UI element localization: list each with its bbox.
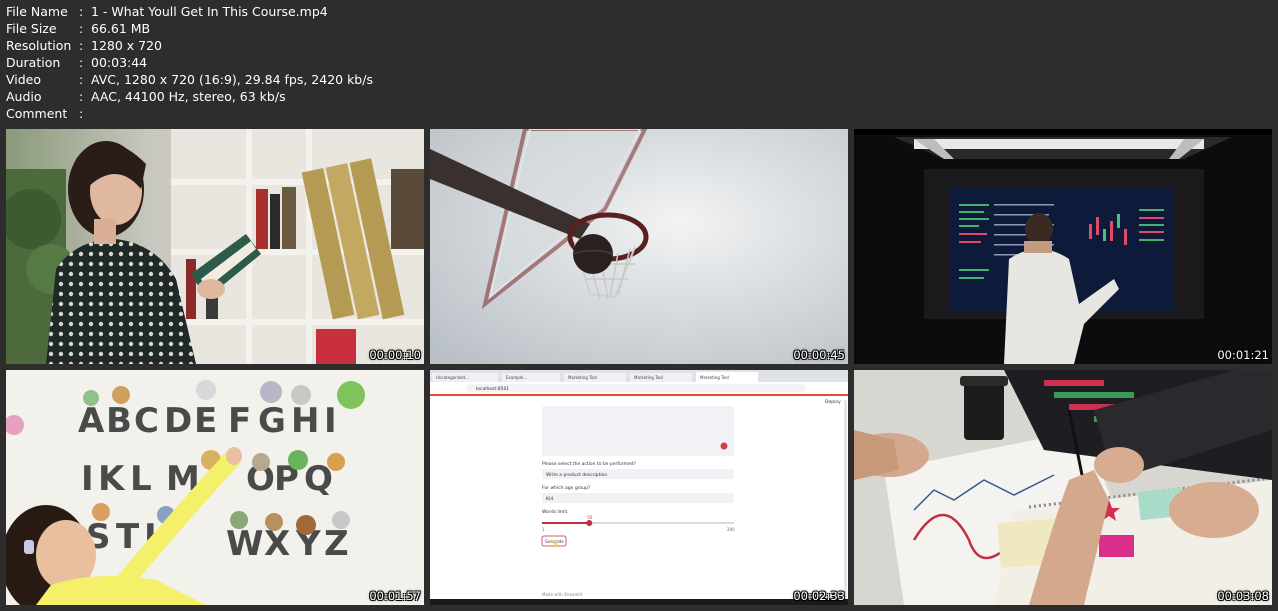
thumbnail-6[interactable]: 00:03:08 <box>854 370 1272 605</box>
browser-tab-label: Marketing Tool <box>568 375 597 380</box>
woman-reading-bookshelf-image <box>6 129 424 364</box>
thumbnail-2[interactable]: 00:00:45 <box>430 129 848 364</box>
hands-drawing-charts-image <box>854 370 1272 605</box>
deploy-text: Deploy <box>825 399 841 405</box>
svg-text:F: F <box>228 401 251 441</box>
browser-tab-label: Marketing Tool <box>700 375 729 380</box>
action-label: Please select the action to be performed… <box>542 461 637 467</box>
svg-text:B: B <box>106 401 132 441</box>
footer-text: Made with Streamlit <box>542 592 583 597</box>
svg-text:H: H <box>291 401 319 441</box>
child-alphabet-wall-image: ABC DEF GHI IKL MOP Q STU WXY Z <box>6 370 424 605</box>
timestamp-label: 00:02:33 <box>793 589 845 603</box>
slider-value: 50 <box>587 515 593 520</box>
svg-text:E: E <box>194 401 217 441</box>
age-label: For which age group? <box>542 485 591 491</box>
words-label: Words limit <box>542 509 567 515</box>
timestamp-label: 00:01:21 <box>1217 348 1269 362</box>
browser-tab-label: Marketing Tool <box>634 375 663 380</box>
thumbnail-3[interactable]: 00:01:21 <box>854 129 1272 364</box>
browser-tab-label: Uncategorized... <box>436 375 469 380</box>
svg-text:A: A <box>78 401 105 441</box>
svg-text:T: T <box>116 517 140 557</box>
thumbnail-5[interactable]: Uncategorized... Example... Marketing To… <box>430 370 848 605</box>
thumbnail-4[interactable]: ABC DEF GHI IKL MOP Q STU WXY Z 00:01:57 <box>6 370 424 605</box>
svg-text:C: C <box>134 401 159 441</box>
timestamp-label: 00:00:10 <box>369 348 421 362</box>
timestamp-label: 00:01:57 <box>369 589 421 603</box>
url-text: localhost:8501 <box>476 386 509 392</box>
svg-text:Z: Z <box>324 524 349 564</box>
svg-text:I: I <box>81 459 94 499</box>
timestamp-label: 00:03:08 <box>1217 589 1269 603</box>
svg-text:K: K <box>98 459 126 499</box>
slider-max: 200 <box>727 527 735 532</box>
age-select-value: Kid <box>546 496 553 502</box>
svg-text:D: D <box>164 401 192 441</box>
svg-text:W: W <box>226 524 264 564</box>
thumbnail-grid: 00:00:10 00:00:45 00:01:21 A B C D E F G… <box>0 0 1278 611</box>
timestamp-label: 00:00:45 <box>793 348 845 362</box>
action-select-value: Write a product description <box>546 472 607 478</box>
svg-text:G: G <box>258 401 286 441</box>
svg-text:L: L <box>130 459 152 499</box>
svg-text:I: I <box>324 401 337 441</box>
browser-tab-label: Example... <box>506 375 527 380</box>
basketball-hoop-image <box>430 129 848 364</box>
thumbnail-1[interactable]: 00:00:10 <box>6 129 424 364</box>
browser-marketing-tool-image: Uncategorized... Example... Marketing To… <box>430 370 848 605</box>
man-trading-screen-image <box>854 129 1272 364</box>
